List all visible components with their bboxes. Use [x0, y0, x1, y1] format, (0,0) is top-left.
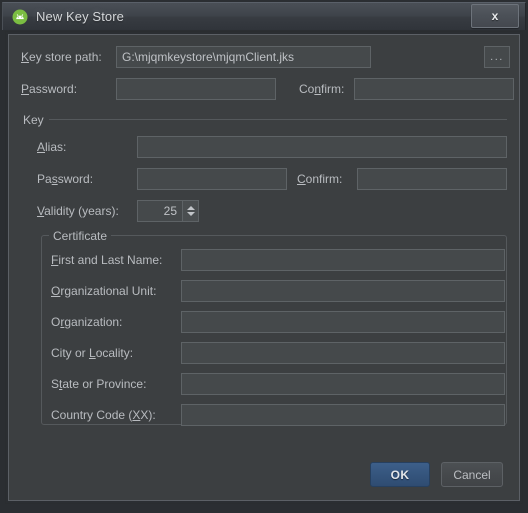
dialog-content: Key store path: G:\mjqmkeystore\mjqmClie… — [5, 31, 523, 504]
cert-organizational-unit-label: Organizational Unit: — [51, 284, 157, 298]
keystore-confirm-label: Confirm: — [299, 82, 345, 96]
cert-city-or-locality-input[interactable] — [181, 342, 505, 364]
cert-state-or-province-row: State or Province: — [51, 373, 505, 395]
spinner-up-icon[interactable] — [186, 206, 195, 210]
cert-state-or-province-label: State or Province: — [51, 377, 147, 391]
cert-city-or-locality-row: City or Locality: — [51, 342, 505, 364]
keystore-confirm-input[interactable] — [354, 78, 514, 100]
cert-first-last-name-label: First and Last Name: — [51, 253, 163, 267]
cancel-button-label: Cancel — [453, 467, 491, 482]
cert-city-or-locality-label: City or Locality: — [51, 346, 134, 360]
keystore-path-row: Key store path: G:\mjqmkeystore\mjqmClie… — [21, 46, 371, 68]
keystore-password-row: Password: — [21, 78, 276, 100]
cancel-button[interactable]: Cancel — [441, 462, 503, 487]
keystore-path-input[interactable]: G:\mjqmkeystore\mjqmClient.jks — [116, 46, 371, 68]
key-group-divider — [49, 119, 507, 120]
key-confirm-row: Confirm: — [297, 168, 507, 190]
cert-organization-input[interactable] — [181, 311, 505, 333]
validity-value[interactable]: 25 — [138, 201, 182, 221]
close-icon: x — [491, 9, 499, 23]
key-password-row: Password: — [37, 168, 287, 190]
key-validity-label: Validity (years): — [37, 204, 119, 218]
key-password-label: Password: — [37, 172, 94, 186]
validity-spinner-buttons[interactable] — [182, 201, 198, 221]
android-robot-icon — [12, 9, 28, 25]
key-alias-label: Alias: — [37, 140, 67, 154]
spinner-down-icon[interactable] — [186, 212, 195, 216]
key-group-title: Key — [19, 113, 48, 127]
cert-first-last-name-row: First and Last Name: — [51, 249, 505, 271]
ok-button-label: OK — [390, 467, 410, 482]
key-password-input[interactable] — [137, 168, 287, 190]
title-bar: New Key Store x — [2, 2, 526, 30]
ellipsis-icon: ... — [490, 51, 504, 63]
keystore-password-label: Password: — [21, 82, 78, 96]
key-alias-input[interactable] — [137, 136, 507, 158]
cert-country-code-row: Country Code (XX): — [51, 404, 505, 426]
dialog-window: New Key Store x Key store path: G:\mjqmk… — [0, 0, 528, 513]
cert-organizational-unit-row: Organizational Unit: — [51, 280, 505, 302]
key-alias-row: Alias: — [37, 136, 507, 158]
keystore-path-label: Key store path: — [21, 50, 102, 64]
cert-organizational-unit-input[interactable] — [181, 280, 505, 302]
ok-button[interactable]: OK — [370, 462, 430, 487]
cert-state-or-province-input[interactable] — [181, 373, 505, 395]
validity-spinner[interactable]: 25 — [137, 200, 199, 222]
close-button[interactable]: x — [471, 4, 519, 28]
keystore-confirm-row: Confirm: — [299, 78, 514, 100]
keystore-password-input[interactable] — [116, 78, 276, 100]
key-confirm-label: Confirm: — [297, 172, 343, 186]
certificate-group-title: Certificate — [49, 229, 112, 243]
cert-country-code-label: Country Code (XX): — [51, 408, 156, 422]
cert-organization-label: Organization: — [51, 315, 123, 329]
window-title: New Key Store — [36, 9, 125, 24]
cert-first-last-name-input[interactable] — [181, 249, 505, 271]
key-validity-row: Validity (years): 25 — [37, 200, 199, 222]
cert-organization-row: Organization: — [51, 311, 505, 333]
browse-keystore-button[interactable]: ... — [484, 46, 510, 68]
key-confirm-input[interactable] — [357, 168, 507, 190]
cert-country-code-input[interactable] — [181, 404, 505, 426]
